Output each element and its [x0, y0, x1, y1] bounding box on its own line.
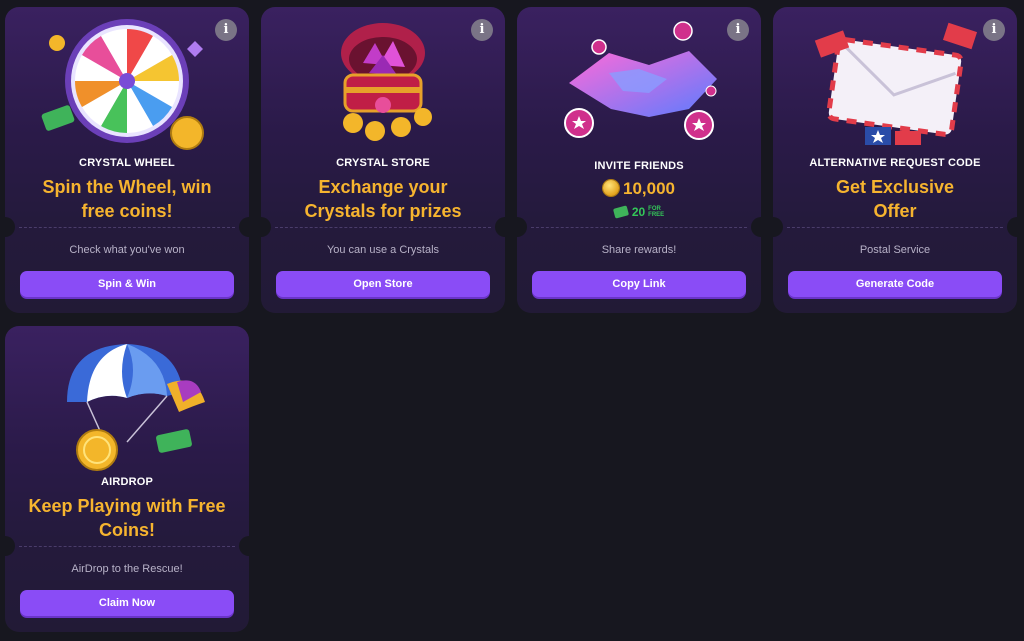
copy-link-button[interactable]: Copy Link [532, 271, 746, 297]
card-label: CRYSTAL STORE [336, 157, 430, 169]
card-headline: Exchange your Crystals for prizes [304, 177, 462, 221]
divider [275, 227, 491, 228]
card-label: AIRDROP [100, 476, 154, 488]
card-label: CRYSTAL WHEEL [79, 157, 175, 169]
cash-icon [612, 205, 629, 219]
airdrop-card: AIRDROP Keep Playing with Free Coins! Ai… [5, 326, 249, 632]
card-label: ALTERNATIVE REQUEST CODE [809, 157, 981, 169]
card-headline: Get Exclusive Offer [835, 177, 955, 221]
invite-friends-card: i INVITE FRIENDS 10,000 20 FOR FREE Share … [517, 7, 761, 313]
card-subtext: You can use a Crystals [326, 244, 440, 256]
crystal-store-card: i CRYSTAL STORE Exchange your Crystals f… [261, 7, 505, 313]
treasure-chest-icon [341, 23, 432, 141]
divider [19, 227, 235, 228]
coin-reward: 10,000 [517, 179, 761, 199]
divider [19, 546, 235, 547]
claim-now-button[interactable]: Claim Now [20, 590, 234, 616]
handshake-icon [564, 21, 717, 140]
card-headline: Keep Playing with Free Coins! [28, 496, 226, 540]
prize-wheel-icon [41, 19, 204, 150]
card-subtext: Share rewards! [601, 244, 677, 256]
for-free-tag: FOR FREE [648, 206, 665, 218]
envelope-icon [814, 22, 978, 145]
generate-code-button[interactable]: Generate Code [788, 271, 1002, 297]
card-headline: Spin the Wheel, win free coins! [42, 177, 212, 221]
coin-icon [603, 180, 619, 196]
parachute-icon [67, 344, 205, 471]
divider [531, 227, 747, 228]
card-subtext: Check what you've won [69, 244, 185, 256]
open-store-button[interactable]: Open Store [276, 271, 490, 297]
divider [787, 227, 1003, 228]
card-subtext: AirDrop to the Rescue! [71, 563, 183, 575]
card-label: INVITE FRIENDS [594, 160, 684, 172]
card-subtext: Postal Service [859, 244, 931, 256]
alternative-request-code-card: i ALTERNATIVE REQUEST CODE Get Exclusive… [773, 7, 1017, 313]
crystal-wheel-card: i CRYSTAL WHEEL Spin the Wheel, win free… [5, 7, 249, 313]
spin-and-win-button[interactable]: Spin & Win [20, 271, 234, 297]
cash-reward: 20 FOR FREE [517, 205, 761, 219]
